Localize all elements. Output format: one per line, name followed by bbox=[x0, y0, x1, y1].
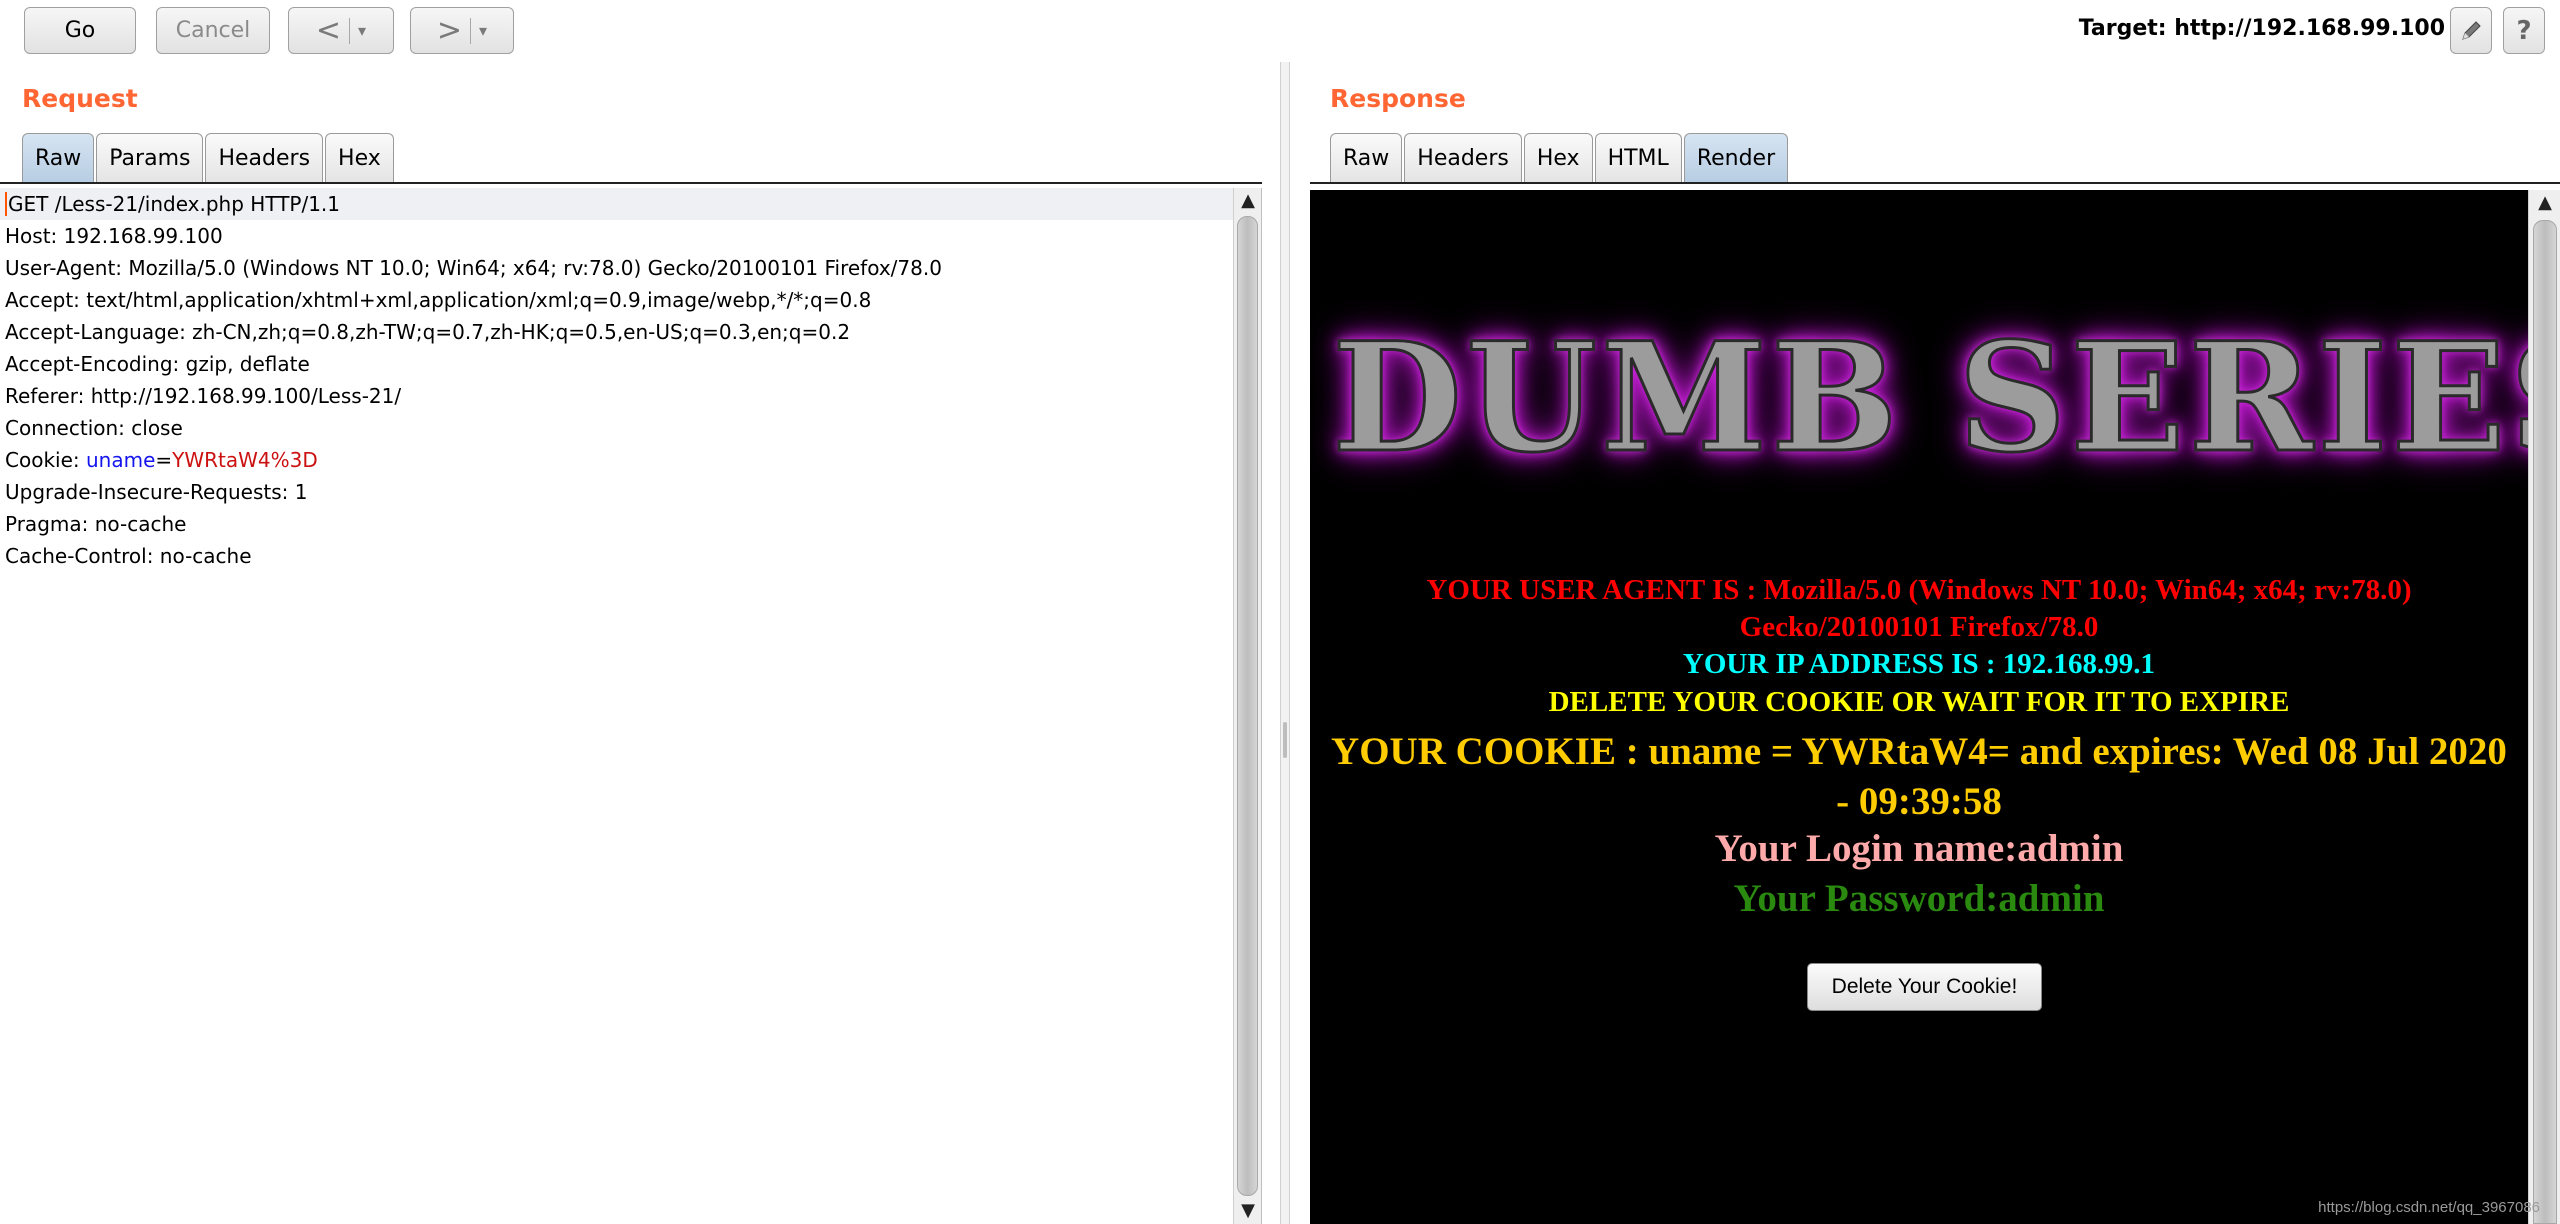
tab-hex[interactable]: Hex bbox=[325, 133, 394, 183]
response-tab-divider bbox=[1310, 182, 2560, 184]
scroll-down-arrow-icon[interactable]: ▼ bbox=[1234, 1198, 1262, 1224]
help-icon: ? bbox=[2516, 15, 2532, 46]
render-view: DUMB SERIES YOUR USER AGENT IS : Mozilla… bbox=[1310, 190, 2560, 1224]
header-line[interactable]: Accept-Language: zh-CN,zh;q=0.8,zh-TW;q=… bbox=[0, 316, 1261, 348]
toolbar: Go Cancel < ▾ > ▾ Target: http://192.168… bbox=[0, 0, 2560, 62]
go-button-label: Go bbox=[64, 18, 96, 43]
cookie-prefix: Cookie: bbox=[5, 448, 86, 472]
chevron-right-icon: > bbox=[436, 13, 463, 48]
header-line[interactable]: Referer: http://192.168.99.100/Less-21/ bbox=[0, 380, 1261, 412]
pencil-icon bbox=[2462, 20, 2481, 40]
watermark-text: https://blog.csdn.net/qq_3967086 bbox=[2318, 1199, 2540, 1216]
tab-html[interactable]: HTML bbox=[1594, 133, 1682, 183]
target-label: Target: http://192.168.99.100 bbox=[2078, 16, 2445, 41]
chevron-down-icon[interactable]: ▾ bbox=[358, 21, 366, 40]
header-line[interactable]: User-Agent: Mozilla/5.0 (Windows NT 10.0… bbox=[0, 252, 1261, 284]
chevron-left-icon: < bbox=[315, 13, 342, 48]
ip-address-text: YOUR IP ADDRESS IS : 192.168.99.1 bbox=[1682, 648, 2156, 680]
cancel-button[interactable]: Cancel bbox=[156, 7, 270, 54]
scroll-up-arrow-icon[interactable]: ▲ bbox=[1234, 188, 1262, 214]
request-line[interactable]: GET /Less-21/index.php HTTP/1.1 bbox=[0, 188, 1261, 220]
go-button[interactable]: Go bbox=[24, 7, 136, 54]
chevron-down-icon[interactable]: ▾ bbox=[479, 21, 487, 40]
request-scrollbar[interactable]: ▲ ▼ bbox=[1233, 188, 1261, 1224]
header-line[interactable]: Upgrade-Insecure-Requests: 1 bbox=[0, 476, 1261, 508]
back-separator bbox=[349, 17, 351, 44]
dumb-series-banner: DUMB SERIES bbox=[1330, 309, 2528, 488]
rendered-page: DUMB SERIES YOUR USER AGENT IS : Mozilla… bbox=[1310, 190, 2528, 1224]
user-agent-text: YOUR USER AGENT IS : Mozilla/5.0 (Window… bbox=[1426, 574, 2412, 643]
forward-separator bbox=[470, 17, 472, 44]
request-scroll-thumb[interactable] bbox=[1237, 216, 1258, 1196]
header-line[interactable]: Host: 192.168.99.100 bbox=[0, 220, 1261, 252]
response-tabs: Raw Headers Hex HTML Render bbox=[1330, 133, 1790, 183]
render-scroll-thumb[interactable] bbox=[2533, 220, 2557, 1224]
password-text: Your Password:admin bbox=[1733, 877, 2105, 920]
login-name-text: Your Login name:admin bbox=[1714, 827, 2124, 870]
cookie-key: uname bbox=[85, 448, 156, 472]
request-editor[interactable]: GET /Less-21/index.php HTTP/1.1 Host: 19… bbox=[0, 188, 1262, 1224]
header-line[interactable]: Pragma: no-cache bbox=[0, 508, 1261, 540]
help-button[interactable]: ? bbox=[2503, 7, 2545, 54]
render-scrollbar[interactable]: ▲ bbox=[2528, 190, 2560, 1224]
header-line[interactable]: Accept-Encoding: gzip, deflate bbox=[0, 348, 1261, 380]
request-tab-divider bbox=[0, 182, 1262, 184]
header-line[interactable]: Connection: close bbox=[0, 412, 1261, 444]
delete-cookie-button[interactable]: Delete Your Cookie! bbox=[1807, 963, 2042, 1011]
back-button[interactable]: < ▾ bbox=[288, 7, 394, 54]
header-line[interactable]: Accept: text/html,application/xhtml+xml,… bbox=[0, 284, 1261, 316]
tab-render[interactable]: Render bbox=[1683, 133, 1789, 183]
forward-button[interactable]: > ▾ bbox=[410, 7, 514, 54]
scroll-up-arrow-icon[interactable]: ▲ bbox=[2529, 190, 2560, 216]
cancel-button-label: Cancel bbox=[175, 18, 251, 43]
request-tabs: Raw Params Headers Hex bbox=[22, 133, 396, 183]
tab-params[interactable]: Params bbox=[96, 133, 204, 183]
tab-raw[interactable]: Raw bbox=[22, 133, 95, 183]
delete-cookie-notice: DELETE YOUR COOKIE OR WAIT FOR IT TO EXP… bbox=[1548, 686, 2290, 718]
response-title: Response bbox=[1330, 84, 1466, 113]
tab-headers[interactable]: Headers bbox=[205, 133, 324, 183]
cookie-header-line[interactable]: Cookie: uname=YWRtaW4%3D bbox=[0, 444, 1261, 476]
request-title: Request bbox=[22, 84, 138, 113]
panel-splitter[interactable] bbox=[1280, 62, 1290, 1224]
tab-headers[interactable]: Headers bbox=[1404, 133, 1522, 183]
tab-raw[interactable]: Raw bbox=[1330, 133, 1403, 183]
request-line-text: GET /Less-21/index.php HTTP/1.1 bbox=[8, 192, 341, 216]
header-line[interactable]: Cache-Control: no-cache bbox=[0, 540, 1261, 572]
cookie-value: YWRtaW4%3D bbox=[172, 448, 318, 472]
cookie-info-text: YOUR COOKIE : uname = YWRtaW4= and expir… bbox=[1331, 730, 2507, 823]
tab-hex[interactable]: Hex bbox=[1523, 133, 1593, 183]
cookie-equals: = bbox=[155, 448, 173, 472]
text-caret bbox=[5, 192, 7, 216]
splitter-grip[interactable] bbox=[1283, 722, 1287, 758]
edit-target-button[interactable] bbox=[2450, 7, 2492, 54]
